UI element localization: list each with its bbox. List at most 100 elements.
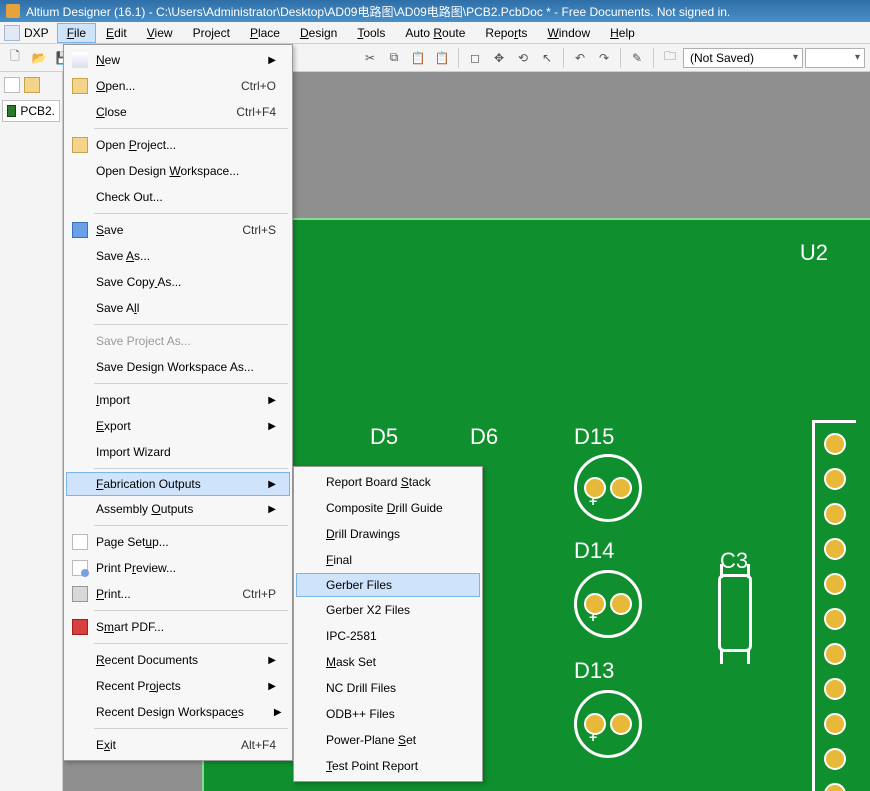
- menu-item-export[interactable]: Export▶: [66, 413, 290, 439]
- menu-help[interactable]: Help: [600, 23, 645, 43]
- paste-special-icon[interactable]: 📋: [431, 47, 453, 69]
- menu-item-label: New: [96, 53, 120, 67]
- menu-tools[interactable]: Tools: [347, 23, 395, 43]
- menu-separator: [94, 610, 288, 611]
- dxp-label[interactable]: DXP: [24, 26, 49, 40]
- menu-item-page-setup[interactable]: Page Setup...: [66, 529, 290, 555]
- paste-icon[interactable]: 📋: [407, 47, 429, 69]
- menu-item-label: IPC-2581: [326, 629, 377, 643]
- pcb-doc-icon: [7, 105, 16, 117]
- move-icon[interactable]: ✥: [488, 47, 510, 69]
- menu-item-open-design-workspace[interactable]: Open Design Workspace...: [66, 158, 290, 184]
- menu-shortcut: Ctrl+S: [212, 223, 276, 237]
- menu-item-label: NC Drill Files: [326, 681, 396, 695]
- menu-item-label: Import: [96, 393, 130, 407]
- menu-shortcut: Ctrl+O: [211, 79, 276, 93]
- menu-reports[interactable]: Reports: [475, 23, 537, 43]
- undo-icon[interactable]: ↶: [569, 47, 591, 69]
- menu-item-label: Smart PDF...: [96, 620, 164, 634]
- pad-icon: [824, 503, 846, 525]
- menu-window[interactable]: Window: [537, 23, 600, 43]
- prev-icon: [72, 560, 88, 576]
- menu-item-print-preview[interactable]: Print Preview...: [66, 555, 290, 581]
- panel-header[interactable]: [0, 72, 62, 98]
- document-tab[interactable]: PCB2.: [2, 100, 60, 122]
- menu-item-new[interactable]: New▶: [66, 47, 290, 73]
- open-icon[interactable]: 📂: [28, 47, 50, 69]
- submenu-item-ipc-2581[interactable]: IPC-2581: [296, 623, 480, 649]
- submenu-arrow-icon: ▶: [238, 504, 276, 515]
- menu-item-label: Open Design Workspace...: [96, 164, 239, 178]
- submenu-item-report-board-stack[interactable]: Report Board Stack: [296, 469, 480, 495]
- save-icon: [72, 222, 88, 238]
- menu-item-label: Export: [96, 419, 131, 433]
- menu-item-label: Final: [326, 553, 352, 567]
- app-logo-icon: [6, 4, 20, 18]
- menu-separator: [94, 383, 288, 384]
- submenu-item-drill-drawings[interactable]: Drill Drawings: [296, 521, 480, 547]
- pad-icon: [584, 713, 606, 735]
- submenu-item-gerber-files[interactable]: Gerber Files: [296, 573, 480, 597]
- menu-item-print[interactable]: Print...Ctrl+P: [66, 581, 290, 607]
- menu-item-check-out[interactable]: Check Out...: [66, 184, 290, 210]
- menu-design[interactable]: Design: [290, 23, 347, 43]
- menu-view[interactable]: View: [137, 23, 183, 43]
- submenu-item-final[interactable]: Final: [296, 547, 480, 573]
- menu-place[interactable]: Place: [240, 23, 290, 43]
- menu-item-open[interactable]: Open...Ctrl+O: [66, 73, 290, 99]
- copy-icon[interactable]: ⧉: [383, 47, 405, 69]
- menu-item-recent-documents[interactable]: Recent Documents▶: [66, 647, 290, 673]
- submenu-item-nc-drill-files[interactable]: NC Drill Files: [296, 675, 480, 701]
- menu-item-recent-design-workspaces[interactable]: Recent Design Workspaces▶: [66, 699, 290, 725]
- menu-item-label: Import Wizard: [96, 445, 171, 459]
- menu-item-save-design-workspace-as[interactable]: Save Design Workspace As...: [66, 354, 290, 380]
- cut-icon[interactable]: ✂: [359, 47, 381, 69]
- new-doc-icon[interactable]: 🗋: [4, 47, 26, 69]
- redo-icon[interactable]: ↷: [593, 47, 615, 69]
- pad-icon: [584, 477, 606, 499]
- menu-shortcut: Ctrl+F4: [206, 105, 276, 119]
- menu-item-import-wizard[interactable]: Import Wizard: [66, 439, 290, 465]
- menu-item-import[interactable]: Import▶: [66, 387, 290, 413]
- menu-item-save-all[interactable]: Save All: [66, 295, 290, 321]
- secondary-combo[interactable]: [805, 48, 865, 68]
- pad-icon: [824, 783, 846, 791]
- menu-item-fabrication-outputs[interactable]: Fabrication Outputs▶: [66, 472, 290, 496]
- dxp-button-icon[interactable]: [4, 25, 20, 41]
- menu-item-label: Assembly Outputs: [96, 502, 193, 516]
- toolbar-separator: [563, 48, 564, 68]
- menu-item-exit[interactable]: ExitAlt+F4: [66, 732, 290, 758]
- pad-icon: [824, 468, 846, 490]
- submenu-item-composite-drill-guide[interactable]: Composite Drill Guide: [296, 495, 480, 521]
- browse-icon[interactable]: 🗀: [659, 47, 681, 69]
- submenu-item-power-plane-set[interactable]: Power-Plane Set: [296, 727, 480, 753]
- menu-edit[interactable]: Edit: [96, 23, 137, 43]
- cursor-icon[interactable]: ↖: [536, 47, 558, 69]
- submenu-item-gerber-x2-files[interactable]: Gerber X2 Files: [296, 597, 480, 623]
- submenu-item-mask-set[interactable]: Mask Set: [296, 649, 480, 675]
- fabrication-outputs-submenu: Report Board StackComposite Drill GuideD…: [293, 466, 483, 782]
- menu-item-recent-projects[interactable]: Recent Projects▶: [66, 673, 290, 699]
- menu-item-label: Close: [96, 105, 127, 119]
- menu-auto-route[interactable]: Auto Route: [395, 23, 475, 43]
- saved-state-combo[interactable]: (Not Saved): [683, 48, 803, 68]
- menu-item-close[interactable]: Close Ctrl+F4: [66, 99, 290, 125]
- toolbar-separator: [653, 48, 654, 68]
- menu-project[interactable]: Project: [183, 23, 240, 43]
- menu-file[interactable]: File: [57, 23, 96, 43]
- menu-item-save[interactable]: SaveCtrl+S: [66, 217, 290, 243]
- highlight-icon[interactable]: ✎: [626, 47, 648, 69]
- menu-item-open-project[interactable]: Open Project...: [66, 132, 290, 158]
- menu-item-save-copy-as[interactable]: Save Copy As...: [66, 269, 290, 295]
- submenu-item-odb-files[interactable]: ODB++ Files: [296, 701, 480, 727]
- select-rect-icon[interactable]: ◻: [464, 47, 486, 69]
- menu-item-smart-pdf[interactable]: Smart PDF...: [66, 614, 290, 640]
- menu-separator: [94, 468, 288, 469]
- menu-item-assembly-outputs[interactable]: Assembly Outputs ▶: [66, 496, 290, 522]
- menu-item-label: Power-Plane Set: [326, 733, 416, 747]
- submenu-item-test-point-report[interactable]: Test Point Report: [296, 753, 480, 779]
- panel-open-icon: [24, 77, 40, 93]
- menu-item-label: Page Setup...: [96, 535, 169, 549]
- deselect-icon[interactable]: ⟲: [512, 47, 534, 69]
- menu-item-save-as[interactable]: Save As...: [66, 243, 290, 269]
